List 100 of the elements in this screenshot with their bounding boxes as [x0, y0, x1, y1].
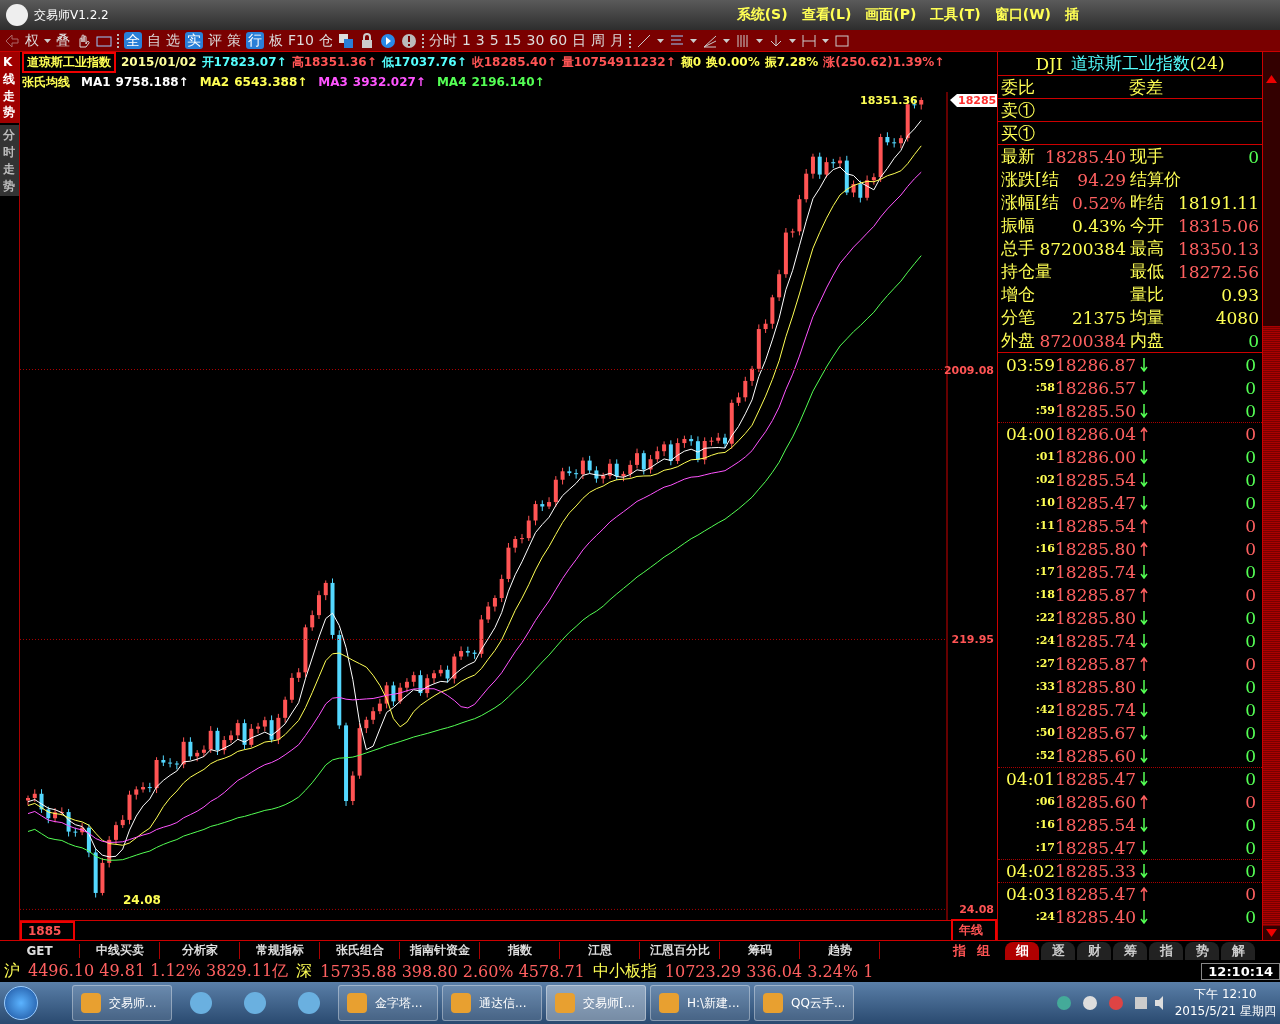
toolbar-item[interactable]: 板: [269, 32, 283, 49]
toolbar-item[interactable]: 实: [185, 32, 203, 49]
play-icon[interactable]: [379, 32, 396, 49]
order-label: 委比: [1001, 75, 1036, 99]
draw-line-icon[interactable]: [636, 32, 653, 49]
period-button[interactable]: 周: [591, 32, 606, 49]
quote-value: 换0.00%: [706, 53, 760, 71]
tick-volume: 0: [1245, 446, 1256, 467]
side-tab[interactable]: K线走势: [0, 52, 19, 124]
indicator-tab[interactable]: 中线买卖: [80, 942, 160, 959]
panel-tab[interactable]: 指: [1149, 941, 1183, 960]
app-icon: [79, 991, 103, 1015]
range-icon[interactable]: [801, 32, 818, 49]
period-button[interactable]: 月: [610, 32, 625, 49]
toolbar-item[interactable]: 叠: [56, 32, 70, 49]
menu-item[interactable]: 系统(S): [736, 6, 788, 24]
tray-icons-drawing[interactable]: [1054, 994, 1165, 1012]
panel-tab[interactable]: 势: [1185, 941, 1219, 960]
indicator-tab[interactable]: 指南针资金: [400, 942, 480, 959]
quote-value: 开17823.07↑: [201, 53, 287, 71]
tick-volume: 0: [1245, 884, 1256, 904]
tick-price: 18285.60: [1055, 745, 1137, 766]
toolbar-item[interactable]: F10: [288, 32, 314, 49]
panel-tab[interactable]: 筹: [1113, 941, 1147, 960]
indicator-name: 张氏均线: [22, 73, 70, 91]
start-button[interactable]: [4, 986, 38, 1020]
small-tab[interactable]: 指: [947, 941, 971, 960]
stat-label: 结算价: [1130, 168, 1181, 191]
menu-item[interactable]: 工具(T): [930, 6, 981, 24]
tick-time: :33: [1034, 680, 1055, 693]
quote-value: 量10754911232↑: [561, 53, 676, 71]
panel-tab[interactable]: 逐: [1041, 941, 1075, 960]
stat-value: 87200384: [1039, 330, 1126, 351]
tick-time: :02: [1034, 473, 1055, 486]
stat-label: 量比: [1130, 283, 1164, 306]
taskbar-app[interactable]: 交易师...: [72, 985, 172, 1021]
order-label: 卖①: [1001, 98, 1036, 122]
toolbar-item[interactable]: 行: [246, 32, 264, 49]
tick-volume: 0: [1245, 469, 1256, 490]
tick-time: :59: [1034, 404, 1055, 417]
panel-tab[interactable]: 财: [1077, 941, 1111, 960]
stat-label: 均量: [1130, 306, 1164, 329]
menu-item[interactable]: 查看(L): [801, 6, 852, 24]
period-button[interactable]: 5: [489, 32, 499, 49]
indicator-tab[interactable]: 趋势: [800, 942, 880, 959]
tick-price: 18286.04: [1055, 424, 1137, 444]
tray-time: 下午 12:10: [1194, 986, 1257, 1003]
stat-value: 18285.40: [1044, 146, 1126, 167]
tick-time: :10: [1034, 496, 1055, 509]
toolbar-item[interactable]: 评: [208, 32, 222, 49]
scroll-up-icon[interactable]: [1263, 72, 1280, 86]
menu-item[interactable]: 画面(P): [865, 6, 917, 24]
windows-icon[interactable]: [337, 32, 354, 49]
stat-value: 0.93: [1221, 284, 1259, 305]
indicator-tab[interactable]: 常规指标: [240, 942, 320, 959]
index-values: 4496.10 49.81 1.12% 3829.11亿: [28, 960, 289, 982]
indicator-tab[interactable]: 指数: [480, 942, 560, 959]
side-tab[interactable]: 分时走势: [0, 125, 19, 197]
symbol-name: 道琼斯工业指数(24): [1070, 52, 1225, 75]
small-tab[interactable]: 组: [971, 941, 995, 960]
index-name: 沪: [4, 960, 20, 982]
taskbar-app[interactable]: QQ云手...: [754, 985, 854, 1021]
menu-item[interactable]: 插: [1065, 6, 1079, 24]
period-button[interactable]: 日: [572, 32, 587, 49]
stat-value: 0: [1248, 146, 1259, 167]
taskbar-app[interactable]: 金字塔...: [338, 985, 438, 1021]
stat-label: 总手: [1001, 237, 1035, 260]
taskbar-app[interactable]: 通达信...: [442, 985, 542, 1021]
period-button[interactable]: 30: [526, 32, 545, 49]
tick-time: :16: [1034, 818, 1055, 831]
period-button[interactable]: 3: [475, 32, 485, 49]
toolbar-item[interactable]: 选: [166, 32, 180, 49]
period-button[interactable]: 60: [549, 32, 568, 49]
back-arrow-icon[interactable]: [4, 32, 20, 49]
indicator-tab[interactable]: 张氏组合: [320, 942, 400, 959]
tick-price: 18285.47: [1055, 837, 1137, 858]
caret-icon: [756, 38, 764, 43]
menu-item[interactable]: 窗口(W): [994, 6, 1051, 24]
period-button[interactable]: 15: [503, 32, 522, 49]
tick-volume: 0: [1245, 906, 1256, 927]
rectangle-icon[interactable]: [834, 32, 851, 49]
panel-tab[interactable]: 解: [1221, 941, 1255, 960]
indicator-tab[interactable]: 江恩百分比: [640, 942, 720, 959]
taskbar-app[interactable]: H:\新建...: [650, 985, 750, 1021]
period-button[interactable]: 分时: [428, 32, 457, 49]
indicator-tab[interactable]: 分析家: [160, 942, 240, 959]
tick-price: 18285.80: [1055, 607, 1137, 628]
toolbar-item[interactable]: 全: [124, 32, 142, 49]
period-button[interactable]: 1: [461, 32, 471, 49]
panel-tab[interactable]: 细: [1005, 941, 1039, 960]
toolbar-item[interactable]: 仓: [318, 32, 333, 49]
toolbar-item[interactable]: 权: [25, 32, 39, 49]
indicator-tab[interactable]: 江恩: [560, 942, 640, 959]
warning-icon[interactable]: [400, 32, 417, 49]
toolbar-item[interactable]: 策: [227, 32, 241, 49]
indicator-tab[interactable]: 筹码: [720, 942, 800, 959]
toolbar-item[interactable]: 自: [147, 32, 161, 49]
tick-price: 18285.80: [1055, 538, 1137, 559]
tick-price: 18285.54: [1055, 469, 1137, 490]
indicator-tab[interactable]: GET: [0, 943, 80, 958]
